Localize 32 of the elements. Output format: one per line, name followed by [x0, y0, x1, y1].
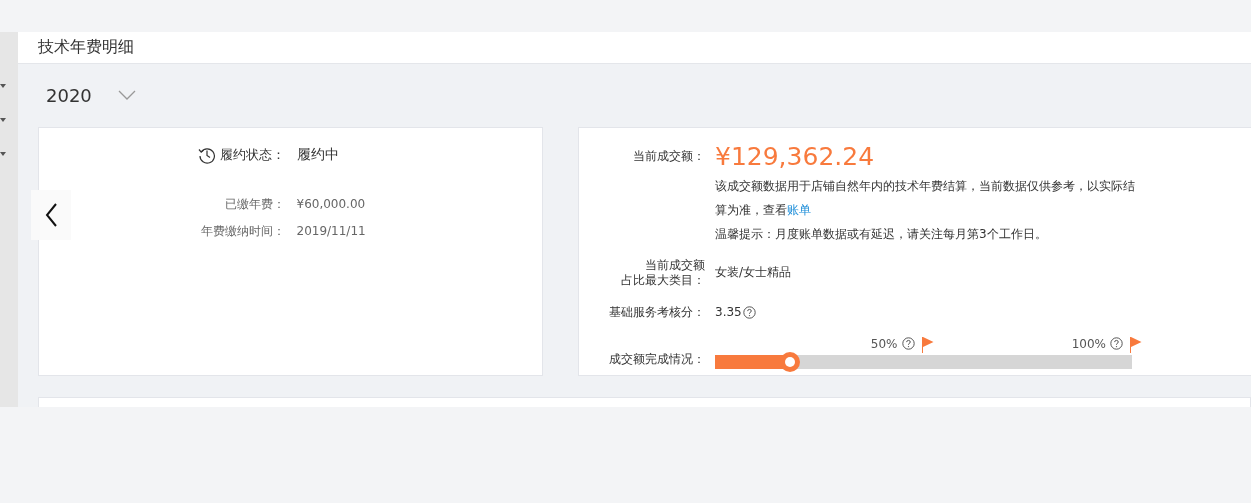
field-value: 履约中 — [296, 145, 340, 164]
field-label: 当前成交额 占比最大类目： — [621, 257, 705, 288]
caret-icon — [0, 118, 6, 122]
milestone-label: 50% — [870, 336, 898, 351]
history-icon — [197, 145, 216, 164]
help-icon[interactable] — [901, 336, 915, 350]
field-value: 2019/11/11 — [296, 224, 367, 239]
field-label: 当前成交额： — [633, 148, 705, 166]
tip-text: 温馨提示：月度账单数据或有延迟，请关注每月第3个工作日。 — [715, 225, 1048, 243]
flag-icon — [920, 336, 934, 353]
year-select[interactable]: 2020 — [38, 64, 142, 127]
flag-icon — [1129, 336, 1142, 353]
milestone-label: 100% — [1071, 336, 1106, 351]
field-label: 成交额完成情况： — [609, 351, 705, 369]
field-label: 已缴年费： — [224, 195, 285, 213]
field-label: 履约状态： — [219, 145, 285, 164]
caret-icon — [0, 84, 6, 88]
chevron-left-icon — [45, 202, 57, 227]
field-value: ¥60,000.00 — [296, 197, 367, 212]
page-title: 技术年费明细 — [18, 32, 1251, 64]
caret-icon — [0, 152, 6, 156]
field-label: 年费缴纳时间： — [200, 222, 285, 240]
help-icon[interactable] — [742, 305, 756, 319]
help-icon[interactable] — [1110, 336, 1123, 350]
field-value: 女装/女士精品 — [715, 264, 793, 282]
field-value: 3.35 — [715, 305, 742, 320]
bill-link[interactable]: 账单 — [787, 202, 811, 217]
previous-button[interactable] — [31, 189, 71, 240]
amount-value: ¥129,362.24 — [715, 140, 876, 173]
chevron-down-icon — [117, 90, 136, 101]
note-text: 该成交额数据用于店铺自然年内的技术年费结算，当前数据仅供参考，以实际结算为准，查看账单 — [715, 177, 1136, 219]
field-label: 基础服务考核分： — [609, 303, 705, 321]
